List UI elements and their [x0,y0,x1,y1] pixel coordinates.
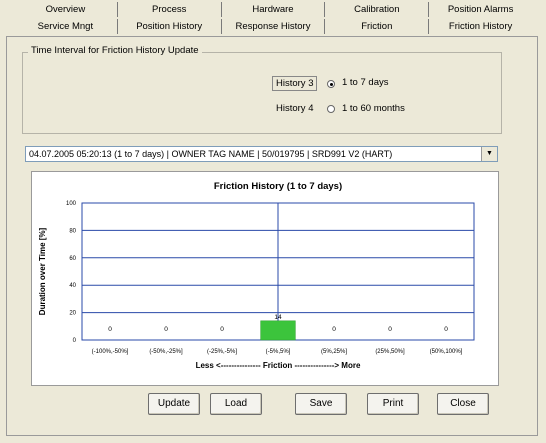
tab-calibration[interactable]: Calibration [325,2,430,17]
x-tick-label: (-5%,5%] [266,349,291,355]
tab-process[interactable]: Process [118,2,222,17]
chevron-down-icon[interactable]: ▼ [481,147,497,161]
device-select-value: 04.07.2005 05:20:13 (1 to 7 days) | OWNE… [29,149,393,159]
history3-radio[interactable] [327,80,335,88]
print-button[interactable]: Print [367,393,419,415]
tab-row-top: Overview Process Hardware Calibration Po… [14,2,532,17]
tab-row-bottom: Service Mngt Position History Response H… [14,19,532,34]
save-button[interactable]: Save [295,393,347,415]
update-button[interactable]: Update [148,393,200,415]
y-tick-label: 80 [69,228,76,234]
x-tick-label: (50%,100%] [430,349,463,355]
tab-friction[interactable]: Friction [325,19,430,34]
x-tick-label: (-100%,-50%] [92,349,129,355]
history3-label: History 3 [272,76,318,91]
chart-svg: Friction History (1 to 7 days) 0 20 40 60 80 1… [38,181,475,370]
x-tick-label: (-25%,-5%] [207,349,237,355]
time-interval-group [22,52,502,134]
y-tick-label: 40 [69,283,76,289]
group-title: Time Interval for Friction History Updat… [28,45,202,56]
bar-value-label: 0 [388,326,392,333]
tab-position-alarms[interactable]: Position Alarms [429,2,532,17]
bar-value-label: 0 [444,326,448,333]
load-button[interactable]: Load [210,393,262,415]
x-axis-label: Less <--------------- Friction ---------… [196,361,361,370]
device-select[interactable]: 04.07.2005 05:20:13 (1 to 7 days) | OWNE… [25,146,498,162]
y-axis-label: Duration over Time [%] [38,227,47,315]
y-tick-label: 60 [69,256,76,262]
tab-hardware[interactable]: Hardware [222,2,326,17]
bar [260,320,296,341]
tab-overview[interactable]: Overview [14,2,118,17]
tab-friction-history[interactable]: Friction History [429,19,532,34]
history4-label: History 4 [276,103,314,114]
x-tick-label: (5%,25%] [321,349,347,355]
y-tick-label: 20 [69,311,76,317]
history4-option[interactable]: 1 to 60 months [342,103,405,114]
bar-value-label: 0 [108,326,112,333]
y-tick-label: 100 [66,201,77,207]
chart-title: Friction History (1 to 7 days) [214,181,342,192]
bar-value-label: 14 [274,314,282,321]
history3-option[interactable]: 1 to 7 days [342,77,388,88]
tab-service-mngt[interactable]: Service Mngt [14,19,118,34]
tab-position-history[interactable]: Position History [118,19,222,34]
y-tick-label: 0 [73,338,77,344]
history4-radio[interactable] [327,105,335,113]
bar-value-label: 0 [164,326,168,333]
bar-value-label: 0 [332,326,336,333]
bar-value-label: 0 [220,326,224,333]
close-button[interactable]: Close [437,393,489,415]
tab-response-history[interactable]: Response History [222,19,326,34]
friction-chart: Friction History (1 to 7 days) 0 20 40 60 80 1… [31,171,499,386]
x-tick-label: (25%,50%] [375,349,405,355]
x-tick-label: (-50%,-25%] [149,349,183,355]
